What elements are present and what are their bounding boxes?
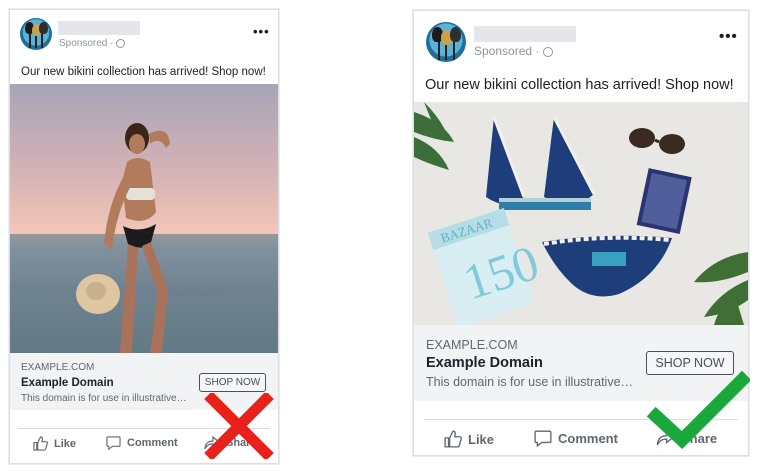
link-description: This domain is for use in illustrative…: [21, 393, 187, 404]
like-button[interactable]: Like: [33, 436, 76, 451]
shop-now-button[interactable]: SHOP NOW: [199, 373, 266, 392]
post-caption: Our new bikini collection has arrived! S…: [21, 66, 266, 78]
sponsored-label: Sponsored ·: [474, 44, 553, 58]
more-options-icon[interactable]: •••: [719, 28, 738, 45]
page-name-redacted[interactable]: [474, 26, 576, 42]
cross-mark-red-icon: [204, 393, 274, 459]
comment-label: Comment: [558, 431, 618, 446]
more-options-icon[interactable]: •••: [253, 24, 270, 39]
page-avatar[interactable]: [20, 18, 52, 50]
link-domain: EXAMPLE.COM: [426, 338, 518, 352]
post-caption: Our new bikini collection has arrived! S…: [425, 77, 734, 93]
ad-image-bikini-flatlay[interactable]: BAZAAR 150: [414, 102, 748, 325]
globe-icon: [542, 46, 553, 57]
link-title[interactable]: Example Domain: [426, 355, 543, 371]
comment-button[interactable]: Comment: [106, 436, 178, 450]
thumbs-up-icon: [33, 436, 48, 451]
link-title[interactable]: Example Domain: [21, 377, 114, 389]
like-label: Like: [468, 431, 495, 447]
comment-label: Comment: [127, 437, 178, 449]
comment-button[interactable]: Comment: [534, 430, 618, 447]
like-label: Like: [54, 437, 77, 450]
page-name-redacted[interactable]: [58, 21, 140, 35]
ad-image-beach-model[interactable]: [10, 84, 278, 353]
like-button[interactable]: Like: [444, 430, 494, 448]
link-domain: EXAMPLE.COM: [21, 362, 95, 373]
check-mark-green-icon: [646, 370, 750, 450]
page-avatar[interactable]: [426, 22, 466, 62]
sponsored-label: Sponsored ·: [59, 38, 126, 49]
comment-icon: [534, 430, 552, 447]
globe-icon: [116, 38, 126, 48]
link-description: This domain is for use in illustrative…: [426, 375, 634, 389]
comment-icon: [106, 436, 121, 450]
thumbs-up-icon: [444, 430, 462, 448]
